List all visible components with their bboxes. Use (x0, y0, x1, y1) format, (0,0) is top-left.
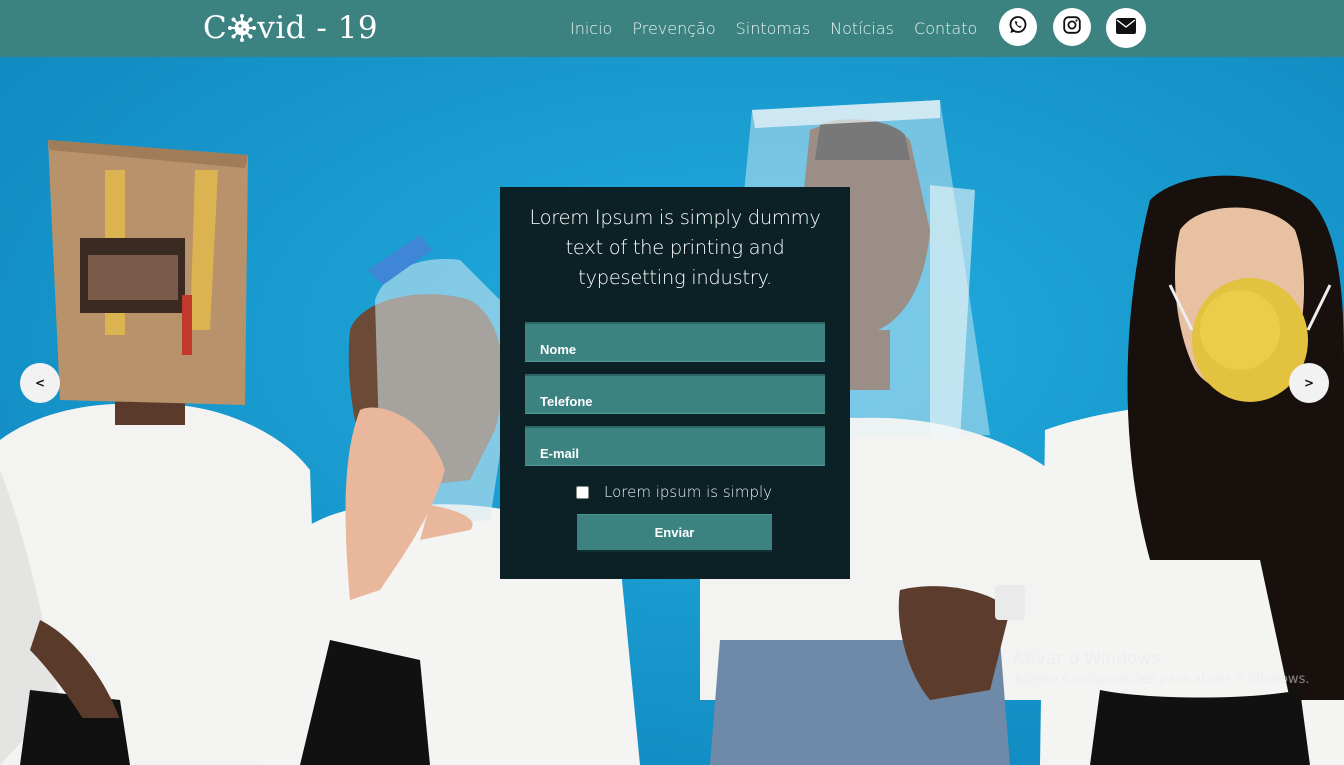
email-input[interactable] (525, 426, 825, 466)
envelope-icon (1116, 18, 1136, 38)
watermark-subtitle: Acesse Configurações para ativar o Windo… (1013, 672, 1310, 687)
windows-activation-watermark: Ativar o Windows Acesse Configurações pa… (1013, 648, 1309, 690)
form-heading: Lorem Ipsum is simply dummy text of the … (529, 206, 821, 289)
nav-link-contato[interactable]: Contato (914, 19, 977, 38)
agree-checkbox[interactable] (576, 485, 589, 499)
virus-icon (228, 14, 257, 42)
whatsapp-icon (1008, 15, 1028, 39)
phone-input[interactable] (525, 374, 825, 414)
main-nav: Inicio Prevenção Sintomas Notícias Conta… (570, 0, 997, 57)
nav-link-prevencao[interactable]: Prevenção (632, 19, 715, 38)
nav-link-sintomas[interactable]: Sintomas (736, 19, 811, 38)
instagram-button[interactable] (1053, 8, 1091, 46)
logo-text-suffix: vid - 19 (257, 10, 379, 46)
whatsapp-button[interactable] (999, 8, 1037, 46)
name-input[interactable] (525, 322, 825, 362)
nav-link-noticias[interactable]: Notícias (830, 19, 894, 38)
submit-button[interactable]: Enviar (577, 514, 772, 552)
watermark-title: Ativar o Windows (1013, 649, 1161, 669)
site-header: C vid - 19 Inicio Prevenção Sintomas Not… (0, 0, 1344, 57)
site-logo[interactable]: C vid - 19 (203, 6, 378, 50)
instagram-icon (1063, 16, 1081, 38)
logo-text-prefix: C (203, 10, 228, 46)
checkbox-row: Lorem ipsum is simply (576, 482, 772, 502)
carousel-next-button[interactable]: > (1289, 363, 1329, 403)
nav-link-inicio[interactable]: Inicio (570, 19, 612, 38)
email-button[interactable] (1106, 8, 1146, 48)
checkbox-label: Lorem ipsum is simply (604, 483, 773, 501)
carousel-prev-button[interactable]: < (20, 363, 60, 403)
contact-form-panel: Lorem Ipsum is simply dummy text of the … (500, 187, 850, 579)
